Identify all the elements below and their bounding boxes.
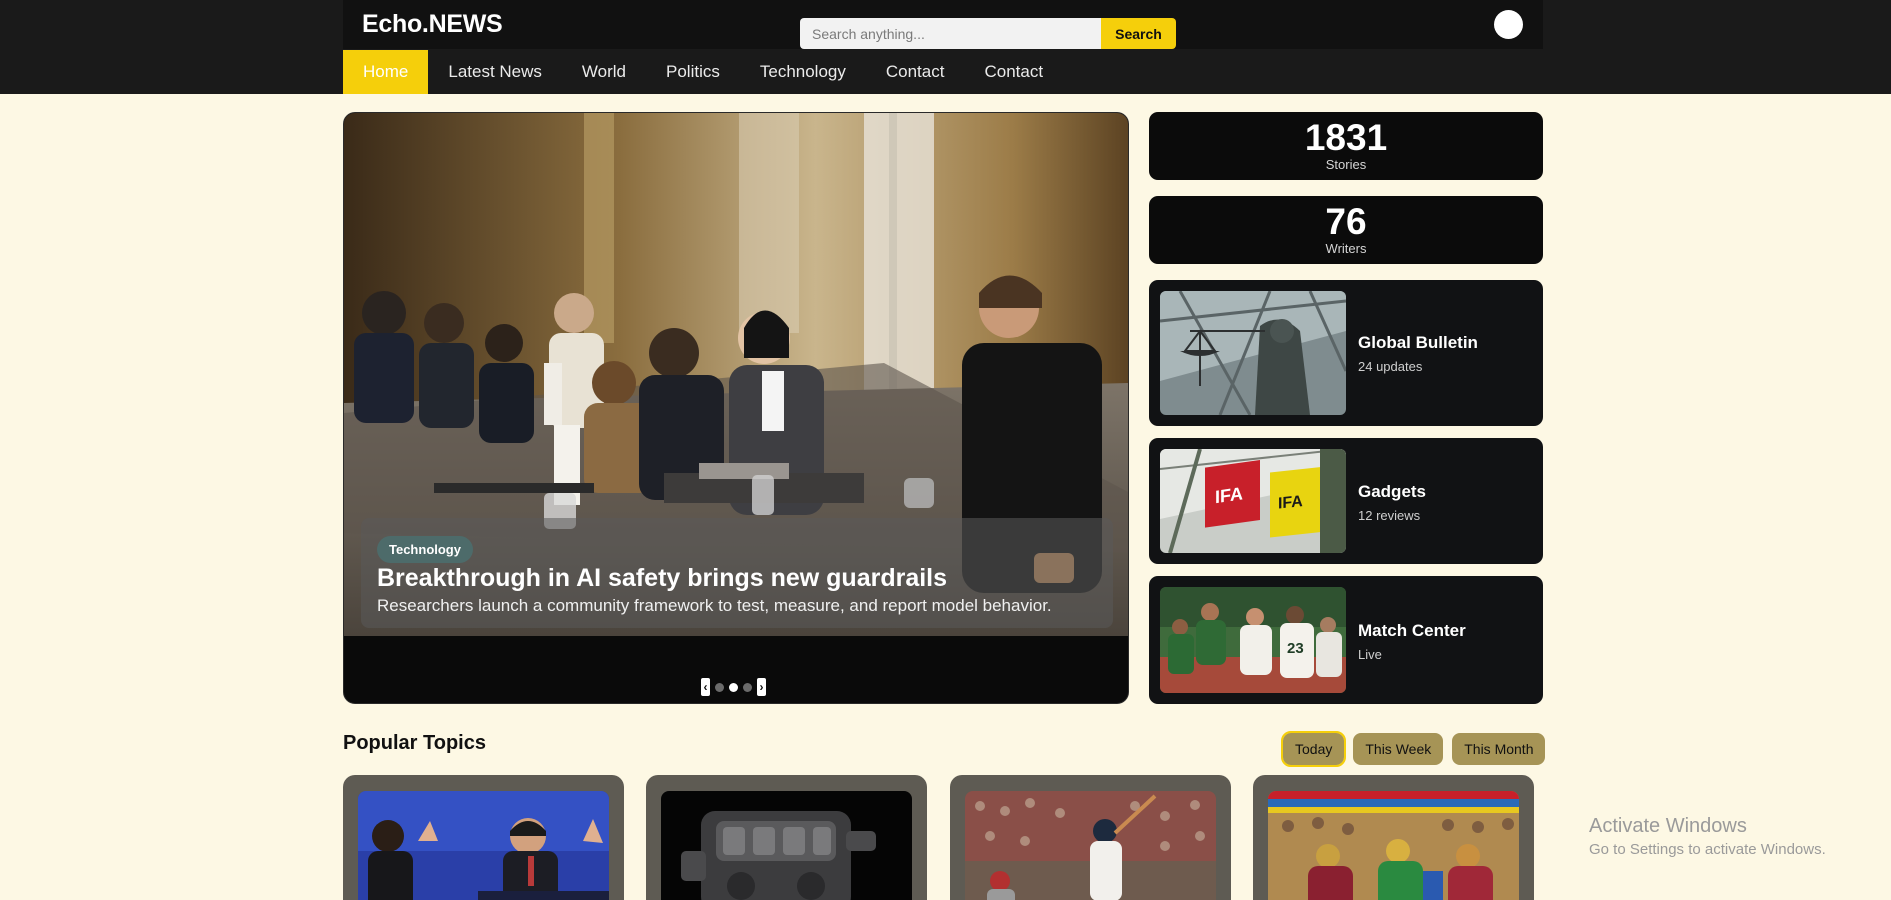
feature-image: IFA IFA [1160,449,1346,553]
carousel-dot-2[interactable] [729,682,738,692]
chevron-left-icon[interactable]: ‹ [701,678,710,696]
nav-item-contact[interactable]: Contact [866,50,965,94]
header-bar: Echo.NEWS Search [343,0,1543,49]
watermark-title: Activate Windows [1589,815,1747,837]
feature-text: Global Bulletin 24 updates [1358,333,1478,374]
topic-card[interactable] [646,775,927,900]
nav-item-latest-news[interactable]: Latest News [428,50,562,94]
windows-activation-watermark: Activate Windows Go to Settings to activ… [1589,815,1826,858]
feature-meta: Live [1358,647,1382,662]
main-nav: Home Latest News World Politics Technolo… [343,50,1063,94]
svg-text:IFA: IFA [1278,492,1303,513]
site-header: Echo.NEWS Search Home Latest News World … [0,0,1891,94]
section-title-popular-topics: Popular Topics [343,732,486,754]
site-logo[interactable]: Echo.NEWS [362,10,503,39]
search-input[interactable] [800,18,1101,49]
hero-title[interactable]: Breakthrough in AI safety brings new gua… [377,564,947,593]
chevron-right-icon[interactable]: › [757,678,766,696]
filter-today[interactable]: Today [1280,731,1347,767]
hero-subtitle: Researchers launch a community framework… [377,596,1052,615]
stat-label: Writers [1325,241,1367,256]
filter-this-month[interactable]: This Month [1452,733,1546,765]
search-button[interactable]: Search [1101,18,1176,49]
feature-title[interactable]: Match Center [1358,621,1466,641]
feature-image [1160,291,1346,415]
topic-image [1268,791,1519,900]
feature-meta: 24 updates [1358,359,1423,374]
feature-meta: 12 reviews [1358,508,1421,523]
nav-item-politics[interactable]: Politics [646,50,740,94]
carousel-dot-1[interactable] [715,682,724,692]
topic-filter-group: Today This Week This Month [1280,731,1546,767]
topic-card[interactable] [343,775,624,900]
stat-value: 1831 [1304,117,1388,158]
hero-caption[interactable]: Technology Breakthrough in AI safety bri… [361,518,1113,628]
nav-item-technology[interactable]: Technology [740,50,866,94]
feature-card-match-center[interactable]: 23 Match Center Live [1149,576,1543,704]
topic-card[interactable] [950,775,1231,900]
stat-card-writers: 76 Writers [1149,196,1543,264]
carousel-controls: ‹ › [701,678,766,696]
stat-card-stories: 1831 Stories [1149,112,1543,180]
feature-image: 23 [1160,587,1346,693]
search-form: Search [800,18,1176,49]
feature-card-global-bulletin[interactable]: Global Bulletin 24 updates [1149,280,1543,426]
hero-category-badge[interactable]: Technology [377,536,473,563]
hero-carousel[interactable]: Technology Breakthrough in AI safety bri… [343,112,1129,704]
stat-value: 76 [1325,201,1367,242]
topic-card[interactable] [1253,775,1534,900]
topic-image [661,791,912,900]
svg-text:23: 23 [1287,640,1304,657]
topic-image [965,791,1216,900]
feature-title[interactable]: Gadgets [1358,482,1426,502]
nav-item-contact-2[interactable]: Contact [964,50,1063,94]
feature-title[interactable]: Global Bulletin [1358,333,1478,353]
watermark-subtitle: Go to Settings to activate Windows. [1589,841,1826,858]
nav-item-world[interactable]: World [562,50,646,94]
svg-text:IFA: IFA [1215,483,1243,507]
user-avatar-icon[interactable] [1494,10,1523,39]
topic-image [358,791,609,900]
stat-label: Stories [1325,157,1367,172]
feature-card-gadgets[interactable]: IFA IFA Gadgets 12 reviews [1149,438,1543,564]
nav-item-home[interactable]: Home [343,50,429,94]
carousel-dot-3[interactable] [743,682,752,692]
filter-this-week[interactable]: This Week [1353,733,1444,765]
feature-text: Match Center Live [1358,621,1466,662]
feature-text: Gadgets 12 reviews [1358,482,1426,523]
